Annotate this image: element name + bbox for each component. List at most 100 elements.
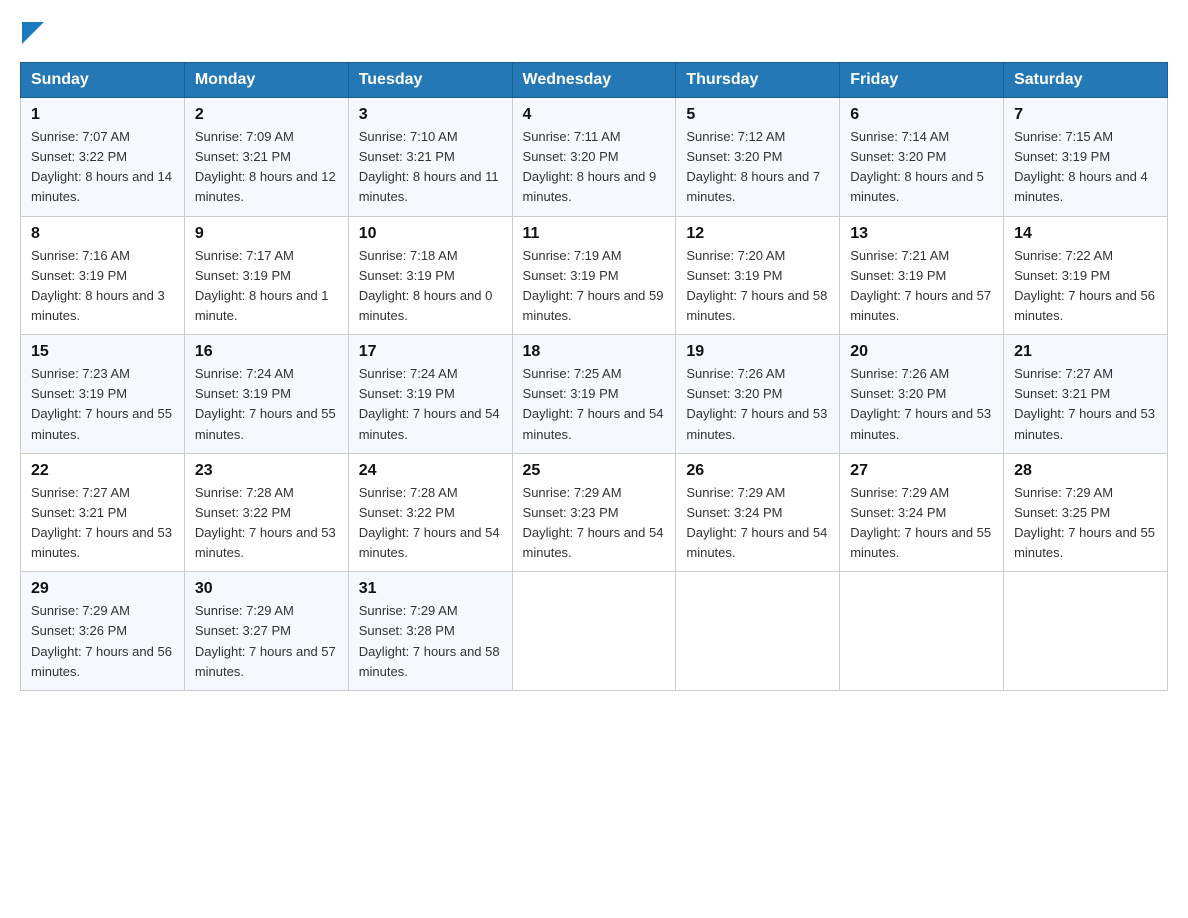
day-info: Sunrise: 7:29 AMSunset: 3:24 PMDaylight:… — [686, 485, 827, 560]
header-monday: Monday — [184, 63, 348, 98]
day-number: 1 — [31, 106, 174, 124]
day-info: Sunrise: 7:19 AMSunset: 3:19 PMDaylight:… — [523, 248, 664, 323]
calendar-cell: 1 Sunrise: 7:07 AMSunset: 3:22 PMDayligh… — [21, 98, 185, 217]
calendar-week-row: 22 Sunrise: 7:27 AMSunset: 3:21 PMDaylig… — [21, 453, 1168, 572]
day-info: Sunrise: 7:10 AMSunset: 3:21 PMDaylight:… — [359, 129, 499, 204]
calendar-cell — [840, 572, 1004, 691]
calendar-cell: 12 Sunrise: 7:20 AMSunset: 3:19 PMDaylig… — [676, 216, 840, 335]
day-number: 27 — [850, 462, 993, 480]
calendar-cell: 24 Sunrise: 7:28 AMSunset: 3:22 PMDaylig… — [348, 453, 512, 572]
day-number: 7 — [1014, 106, 1157, 124]
calendar-cell: 28 Sunrise: 7:29 AMSunset: 3:25 PMDaylig… — [1004, 453, 1168, 572]
calendar-cell: 27 Sunrise: 7:29 AMSunset: 3:24 PMDaylig… — [840, 453, 1004, 572]
logo — [20, 20, 44, 44]
day-number: 8 — [31, 225, 174, 243]
day-info: Sunrise: 7:09 AMSunset: 3:21 PMDaylight:… — [195, 129, 336, 204]
day-number: 6 — [850, 106, 993, 124]
day-number: 25 — [523, 462, 666, 480]
day-number: 16 — [195, 343, 338, 361]
calendar-cell: 20 Sunrise: 7:26 AMSunset: 3:20 PMDaylig… — [840, 335, 1004, 454]
calendar-cell: 7 Sunrise: 7:15 AMSunset: 3:19 PMDayligh… — [1004, 98, 1168, 217]
calendar-cell: 8 Sunrise: 7:16 AMSunset: 3:19 PMDayligh… — [21, 216, 185, 335]
day-number: 21 — [1014, 343, 1157, 361]
calendar-cell: 14 Sunrise: 7:22 AMSunset: 3:19 PMDaylig… — [1004, 216, 1168, 335]
day-info: Sunrise: 7:29 AMSunset: 3:23 PMDaylight:… — [523, 485, 664, 560]
day-info: Sunrise: 7:24 AMSunset: 3:19 PMDaylight:… — [359, 366, 500, 441]
day-info: Sunrise: 7:26 AMSunset: 3:20 PMDaylight:… — [850, 366, 991, 441]
calendar-cell: 19 Sunrise: 7:26 AMSunset: 3:20 PMDaylig… — [676, 335, 840, 454]
day-number: 18 — [523, 343, 666, 361]
calendar-cell: 13 Sunrise: 7:21 AMSunset: 3:19 PMDaylig… — [840, 216, 1004, 335]
calendar-cell: 10 Sunrise: 7:18 AMSunset: 3:19 PMDaylig… — [348, 216, 512, 335]
day-info: Sunrise: 7:27 AMSunset: 3:21 PMDaylight:… — [1014, 366, 1155, 441]
day-info: Sunrise: 7:28 AMSunset: 3:22 PMDaylight:… — [359, 485, 500, 560]
calendar-cell: 15 Sunrise: 7:23 AMSunset: 3:19 PMDaylig… — [21, 335, 185, 454]
day-number: 30 — [195, 580, 338, 598]
day-info: Sunrise: 7:29 AMSunset: 3:25 PMDaylight:… — [1014, 485, 1155, 560]
day-number: 24 — [359, 462, 502, 480]
calendar-cell: 9 Sunrise: 7:17 AMSunset: 3:19 PMDayligh… — [184, 216, 348, 335]
calendar-cell — [1004, 572, 1168, 691]
day-info: Sunrise: 7:29 AMSunset: 3:24 PMDaylight:… — [850, 485, 991, 560]
day-number: 2 — [195, 106, 338, 124]
calendar-cell: 25 Sunrise: 7:29 AMSunset: 3:23 PMDaylig… — [512, 453, 676, 572]
day-number: 12 — [686, 225, 829, 243]
page-header — [20, 20, 1168, 44]
day-info: Sunrise: 7:16 AMSunset: 3:19 PMDaylight:… — [31, 248, 165, 323]
calendar-cell: 6 Sunrise: 7:14 AMSunset: 3:20 PMDayligh… — [840, 98, 1004, 217]
day-number: 13 — [850, 225, 993, 243]
calendar-cell: 16 Sunrise: 7:24 AMSunset: 3:19 PMDaylig… — [184, 335, 348, 454]
calendar-week-row: 29 Sunrise: 7:29 AMSunset: 3:26 PMDaylig… — [21, 572, 1168, 691]
header-saturday: Saturday — [1004, 63, 1168, 98]
day-number: 20 — [850, 343, 993, 361]
day-number: 17 — [359, 343, 502, 361]
calendar-cell: 11 Sunrise: 7:19 AMSunset: 3:19 PMDaylig… — [512, 216, 676, 335]
calendar-cell: 4 Sunrise: 7:11 AMSunset: 3:20 PMDayligh… — [512, 98, 676, 217]
header-tuesday: Tuesday — [348, 63, 512, 98]
day-number: 14 — [1014, 225, 1157, 243]
day-number: 4 — [523, 106, 666, 124]
day-info: Sunrise: 7:25 AMSunset: 3:19 PMDaylight:… — [523, 366, 664, 441]
calendar-week-row: 1 Sunrise: 7:07 AMSunset: 3:22 PMDayligh… — [21, 98, 1168, 217]
calendar-cell: 30 Sunrise: 7:29 AMSunset: 3:27 PMDaylig… — [184, 572, 348, 691]
day-number: 29 — [31, 580, 174, 598]
calendar-cell — [512, 572, 676, 691]
calendar-cell: 23 Sunrise: 7:28 AMSunset: 3:22 PMDaylig… — [184, 453, 348, 572]
calendar-cell: 5 Sunrise: 7:12 AMSunset: 3:20 PMDayligh… — [676, 98, 840, 217]
header-friday: Friday — [840, 63, 1004, 98]
day-info: Sunrise: 7:28 AMSunset: 3:22 PMDaylight:… — [195, 485, 336, 560]
calendar-cell: 3 Sunrise: 7:10 AMSunset: 3:21 PMDayligh… — [348, 98, 512, 217]
calendar-cell: 18 Sunrise: 7:25 AMSunset: 3:19 PMDaylig… — [512, 335, 676, 454]
calendar-cell: 17 Sunrise: 7:24 AMSunset: 3:19 PMDaylig… — [348, 335, 512, 454]
day-info: Sunrise: 7:15 AMSunset: 3:19 PMDaylight:… — [1014, 129, 1148, 204]
day-number: 23 — [195, 462, 338, 480]
calendar-header-row: SundayMondayTuesdayWednesdayThursdayFrid… — [21, 63, 1168, 98]
day-number: 15 — [31, 343, 174, 361]
day-info: Sunrise: 7:24 AMSunset: 3:19 PMDaylight:… — [195, 366, 336, 441]
day-info: Sunrise: 7:11 AMSunset: 3:20 PMDaylight:… — [523, 129, 657, 204]
day-number: 31 — [359, 580, 502, 598]
day-info: Sunrise: 7:20 AMSunset: 3:19 PMDaylight:… — [686, 248, 827, 323]
day-number: 5 — [686, 106, 829, 124]
calendar-week-row: 8 Sunrise: 7:16 AMSunset: 3:19 PMDayligh… — [21, 216, 1168, 335]
calendar-cell: 21 Sunrise: 7:27 AMSunset: 3:21 PMDaylig… — [1004, 335, 1168, 454]
day-number: 28 — [1014, 462, 1157, 480]
day-info: Sunrise: 7:21 AMSunset: 3:19 PMDaylight:… — [850, 248, 991, 323]
day-info: Sunrise: 7:29 AMSunset: 3:26 PMDaylight:… — [31, 603, 172, 678]
day-info: Sunrise: 7:12 AMSunset: 3:20 PMDaylight:… — [686, 129, 820, 204]
day-info: Sunrise: 7:14 AMSunset: 3:20 PMDaylight:… — [850, 129, 984, 204]
day-number: 19 — [686, 343, 829, 361]
header-sunday: Sunday — [21, 63, 185, 98]
day-number: 26 — [686, 462, 829, 480]
logo-arrow-icon — [22, 22, 44, 44]
day-info: Sunrise: 7:18 AMSunset: 3:19 PMDaylight:… — [359, 248, 493, 323]
day-number: 22 — [31, 462, 174, 480]
calendar-cell: 26 Sunrise: 7:29 AMSunset: 3:24 PMDaylig… — [676, 453, 840, 572]
calendar-cell: 22 Sunrise: 7:27 AMSunset: 3:21 PMDaylig… — [21, 453, 185, 572]
calendar-cell: 31 Sunrise: 7:29 AMSunset: 3:28 PMDaylig… — [348, 572, 512, 691]
day-number: 9 — [195, 225, 338, 243]
calendar-cell: 2 Sunrise: 7:09 AMSunset: 3:21 PMDayligh… — [184, 98, 348, 217]
calendar-cell: 29 Sunrise: 7:29 AMSunset: 3:26 PMDaylig… — [21, 572, 185, 691]
day-number: 11 — [523, 225, 666, 243]
calendar-table: SundayMondayTuesdayWednesdayThursdayFrid… — [20, 62, 1168, 691]
